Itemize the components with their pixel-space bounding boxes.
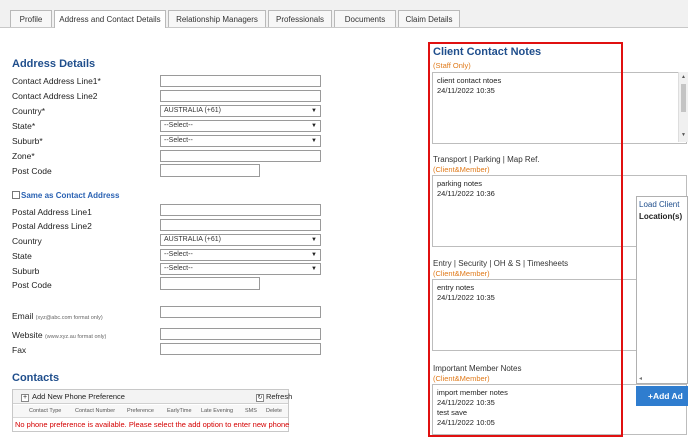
postal-state-select[interactable]: --Select-- ▼ [160, 249, 321, 261]
col-delete[interactable]: Delete [266, 408, 282, 414]
suburb-select-value: --Select-- [164, 137, 193, 144]
contacts-toolbar: + Add New Phone Preference ↻ Refresh [13, 390, 292, 404]
add-phone-preference-button[interactable]: + Add New Phone Preference [21, 392, 125, 402]
highlight-frame [428, 42, 623, 437]
tab-professionals[interactable]: Professionals [268, 10, 332, 27]
same-as-contact-label[interactable]: Same as Contact Address [21, 191, 119, 200]
postal-state-select-value: --Select-- [164, 251, 193, 258]
col-contact-number[interactable]: Contact Number [75, 408, 115, 414]
chevron-down-icon: ▼ [311, 237, 317, 243]
tab-documents[interactable]: Documents [334, 10, 396, 27]
website-input[interactable] [160, 328, 321, 340]
website-label-text: Website [12, 330, 43, 340]
refresh-icon: ↻ [256, 394, 264, 402]
website-hint: (www.xyz.au format only) [44, 334, 107, 340]
chevron-down-icon: ▼ [311, 108, 317, 114]
suburb-select[interactable]: --Select-- ▼ [160, 135, 321, 147]
chevron-down-icon: ▼ [311, 266, 317, 272]
load-client-popup: Load Client Location(s) ◂ [636, 196, 688, 384]
col-sms[interactable]: SMS [245, 408, 257, 414]
col-late-evening[interactable]: Late Evening [201, 408, 233, 414]
country-select[interactable]: AUSTRALIA (+61) ▼ [160, 105, 321, 117]
postal-postcode-label: Post Code [12, 280, 52, 290]
postal-suburb-select-value: --Select-- [164, 265, 193, 272]
postal-line1-label: Postal Address Line1 [12, 207, 92, 217]
contact-line2-label: Contact Address Line2 [12, 91, 98, 101]
locations-label: Location(s) [639, 212, 683, 221]
contact-line2-input[interactable] [160, 90, 321, 102]
postal-state-label: State [12, 251, 32, 261]
postal-country-label: Country [12, 236, 42, 246]
same-as-contact-checkbox[interactable] [12, 191, 20, 199]
col-contact-type[interactable]: Contact Type [29, 408, 61, 414]
postal-line1-input[interactable] [160, 204, 321, 216]
postal-suburb-select[interactable]: --Select-- ▼ [160, 263, 321, 275]
tab-address-contact[interactable]: Address and Contact Details [54, 10, 166, 28]
refresh-button[interactable]: ↻ Refresh [256, 392, 292, 402]
chevron-down-icon: ▼ [311, 252, 317, 258]
contacts-empty-message: No phone preference is available. Please… [15, 420, 290, 429]
email-label-text: Email [12, 311, 34, 321]
postal-country-select-value: AUSTRALIA (+61) [164, 236, 221, 243]
email-hint: (xyz@abc.com format only) [35, 315, 103, 321]
notes-scrollbar[interactable]: ▲ ▼ [678, 72, 688, 142]
contact-line1-input[interactable] [160, 75, 321, 87]
contacts-grid-header: Contact Type Contact Number Preference E… [13, 405, 288, 418]
scroll-up-icon[interactable]: ▲ [681, 74, 686, 80]
load-client-title: Load Client [639, 200, 680, 209]
state-select-value: --Select-- [164, 122, 193, 129]
postal-line2-input[interactable] [160, 219, 321, 231]
add-address-button[interactable]: +Add Ad [636, 386, 688, 406]
postcode-label: Post Code [12, 166, 52, 176]
zone-label: Zone* [12, 151, 35, 161]
website-label: Website (www.xyz.au format only) [12, 330, 106, 340]
contacts-title: Contacts [12, 372, 60, 384]
tab-claim-details[interactable]: Claim Details [398, 10, 460, 27]
postal-country-select[interactable]: AUSTRALIA (+61) ▼ [160, 234, 321, 246]
chevron-down-icon: ▼ [311, 123, 317, 129]
zone-input[interactable] [160, 150, 321, 162]
fax-input[interactable] [160, 343, 321, 355]
postal-postcode-input[interactable] [160, 277, 260, 290]
email-label: Email (xyz@abc.com format only) [12, 311, 103, 321]
postcode-input[interactable] [160, 164, 260, 177]
state-select[interactable]: --Select-- ▼ [160, 120, 321, 132]
address-details-title: Address Details [12, 58, 96, 70]
state-label: State* [12, 121, 36, 131]
contact-line1-label: Contact Address Line1* [12, 76, 101, 86]
chevron-left-icon[interactable]: ◂ [639, 375, 642, 382]
col-preference[interactable]: Preference [127, 408, 154, 414]
country-select-value: AUSTRALIA (+61) [164, 107, 221, 114]
col-early-time[interactable]: EarlyTime [167, 408, 192, 414]
email-input[interactable] [160, 306, 321, 318]
tab-profile[interactable]: Profile [10, 10, 52, 27]
postal-line2-label: Postal Address Line2 [12, 221, 92, 231]
country-label: Country* [12, 106, 46, 116]
scroll-thumb[interactable] [681, 84, 686, 112]
scroll-down-icon[interactable]: ▼ [681, 132, 686, 138]
refresh-label: Refresh [266, 392, 293, 401]
contacts-grid: + Add New Phone Preference ↻ Refresh Conta… [12, 389, 292, 432]
fax-label: Fax [12, 345, 27, 355]
chevron-down-icon: ▼ [311, 138, 317, 144]
suburb-label: Suburb* [12, 136, 43, 146]
add-phone-preference-label: Add New Phone Preference [32, 392, 125, 401]
tab-bar: Profile Address and Contact Details Rela… [0, 0, 688, 28]
postal-suburb-label: Suburb [12, 266, 40, 276]
tab-relationship-managers[interactable]: Relationship Managers [168, 10, 266, 27]
plus-icon: + [21, 394, 29, 402]
